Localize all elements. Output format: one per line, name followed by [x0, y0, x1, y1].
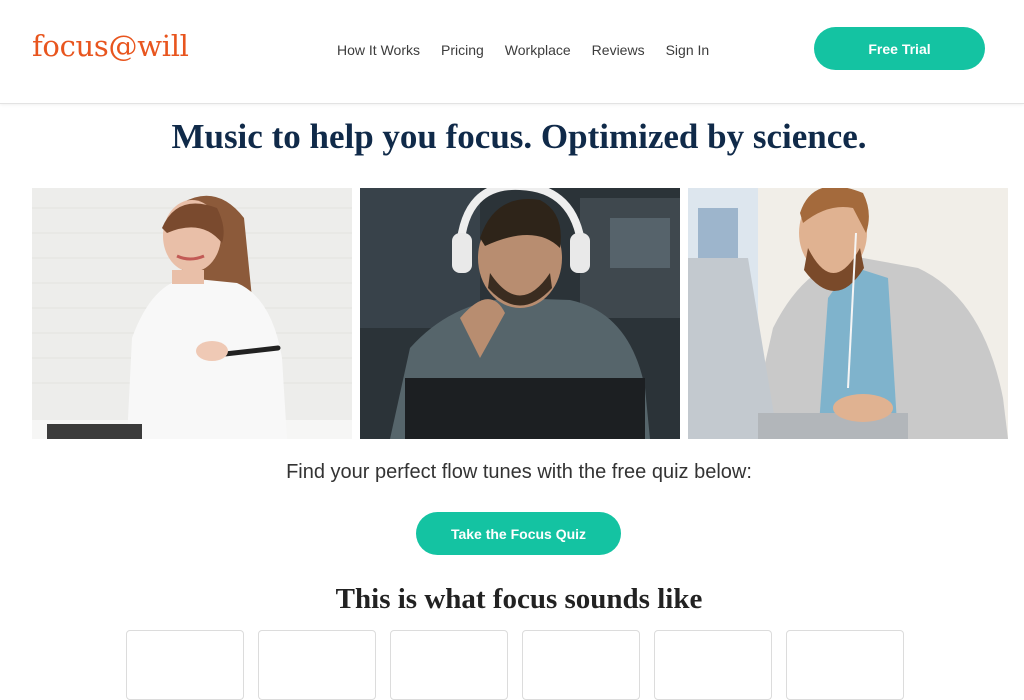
- sound-card[interactable]: [126, 630, 244, 700]
- logo[interactable]: focus@will: [32, 29, 189, 63]
- man-laptop-earbuds-photo: [688, 188, 1008, 439]
- sound-card[interactable]: [786, 630, 904, 700]
- sound-card[interactable]: [654, 630, 772, 700]
- nav-sign-in[interactable]: Sign In: [666, 42, 710, 58]
- woman-smiling-photo: [32, 188, 352, 439]
- sound-cards: [126, 630, 904, 700]
- nav-workplace[interactable]: Workplace: [505, 42, 571, 58]
- hero-title: Music to help you focus. Optimized by sc…: [171, 117, 867, 156]
- man-headphones-photo: [360, 188, 680, 439]
- nav-pricing[interactable]: Pricing: [441, 42, 484, 58]
- free-trial-button[interactable]: Free Trial: [814, 27, 985, 70]
- nav-reviews[interactable]: Reviews: [592, 42, 645, 58]
- sounds-section-title: This is what focus sounds like: [335, 583, 703, 615]
- focus-quiz-button[interactable]: Take the Focus Quiz: [416, 512, 621, 555]
- hero-photos: [32, 188, 1008, 439]
- nav-how-it-works[interactable]: How It Works: [337, 42, 420, 58]
- main-nav: How It Works Pricing Workplace Reviews S…: [337, 42, 730, 58]
- sound-card[interactable]: [258, 630, 376, 700]
- sound-card[interactable]: [522, 630, 640, 700]
- quiz-intro-text: Find your perfect flow tunes with the fr…: [286, 461, 752, 483]
- site-header: focus@will How It Works Pricing Workplac…: [0, 0, 1024, 104]
- sound-card[interactable]: [390, 630, 508, 700]
